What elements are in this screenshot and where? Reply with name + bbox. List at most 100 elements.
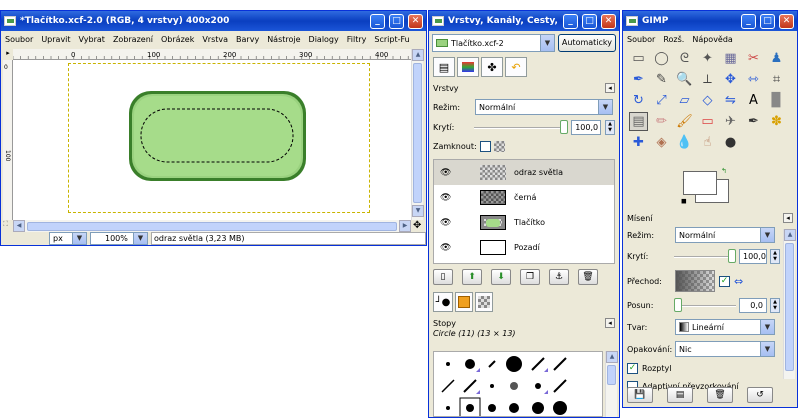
- reverse-gradient-checkbox[interactable]: ✓: [719, 275, 730, 287]
- foreground-select-icon[interactable]: ♟: [767, 49, 786, 68]
- eraser-icon[interactable]: ▭: [698, 112, 717, 131]
- layer-name[interactable]: odraz světla: [514, 168, 563, 177]
- close-button[interactable]: ✕: [408, 13, 423, 29]
- scroll-up-button[interactable]: ▲: [784, 229, 796, 241]
- tab-paths[interactable]: ✤: [481, 57, 503, 77]
- brush-grid[interactable]: [433, 351, 603, 417]
- perspective-icon[interactable]: ◇: [698, 91, 717, 110]
- brush-preview[interactable]: [553, 357, 567, 371]
- visibility-eye-icon[interactable]: 👁: [440, 243, 451, 253]
- align-icon[interactable]: ⇿: [744, 70, 763, 89]
- shear-icon[interactable]: ▱: [675, 91, 694, 110]
- airbrush-icon[interactable]: ✈: [721, 112, 740, 131]
- visibility-eye-icon[interactable]: 👁: [440, 168, 451, 178]
- zoom-icon[interactable]: 🔍: [675, 70, 694, 89]
- image-menu-item[interactable]: Vybrat: [79, 35, 105, 44]
- default-colors-icon[interactable]: ◼: [681, 197, 687, 205]
- tab-gradients[interactable]: [475, 292, 493, 312]
- horizontal-scrollbar[interactable]: ◀ ▶: [13, 220, 411, 232]
- navigate-icon[interactable]: ✥: [413, 220, 425, 232]
- raise-layer-button[interactable]: ⬆: [462, 269, 482, 285]
- swap-colors-icon[interactable]: ↰: [721, 167, 727, 175]
- shape-select[interactable]: Lineární ▼: [675, 319, 775, 335]
- image-menu-item[interactable]: Barvy: [236, 35, 259, 44]
- visibility-eye-icon[interactable]: 👁: [440, 193, 451, 203]
- color-picker-icon[interactable]: ✎: [652, 70, 671, 89]
- unit-select[interactable]: px ▼: [49, 232, 87, 245]
- scroll-thumb[interactable]: [785, 243, 794, 371]
- scroll-thumb[interactable]: [607, 365, 616, 385]
- toolbox-menu-item[interactable]: Nápověda: [692, 35, 733, 44]
- brush-preview[interactable]: [553, 379, 567, 393]
- options-scrollbar[interactable]: ▲: [783, 229, 796, 379]
- canvas-area[interactable]: [13, 60, 411, 220]
- move-icon[interactable]: ✥: [721, 70, 740, 89]
- scale-icon[interactable]: ⤢: [652, 91, 671, 110]
- smudge-icon[interactable]: ☝: [698, 133, 717, 152]
- new-layer-button[interactable]: ▯: [433, 269, 453, 285]
- brush-preview[interactable]: [506, 356, 522, 372]
- bucket-fill-icon[interactable]: ▉: [767, 91, 786, 110]
- lock-checkbox[interactable]: [479, 141, 491, 152]
- brush-preview[interactable]: [466, 404, 474, 412]
- scroll-down-button[interactable]: ▼: [412, 205, 424, 217]
- lower-layer-button[interactable]: ⬇: [491, 269, 511, 285]
- blend-icon[interactable]: ▤: [629, 112, 648, 131]
- minimize-button[interactable]: _: [741, 13, 756, 29]
- layers-window-titlebar[interactable]: Vrstvy, Kanály, Cesty, ... _ □ ✕: [429, 11, 619, 31]
- minimize-button[interactable]: _: [370, 13, 385, 29]
- vertical-ruler[interactable]: 0 100: [3, 60, 13, 220]
- vertical-scrollbar[interactable]: ▲ ▼: [411, 49, 424, 220]
- layer-row[interactable]: 👁 odraz světla: [434, 160, 614, 185]
- image-menu-item[interactable]: Filtry: [347, 35, 367, 44]
- brush-preview[interactable]: [463, 379, 477, 393]
- delete-layer-button[interactable]: 🗑: [578, 269, 598, 285]
- close-button[interactable]: ✕: [779, 13, 794, 29]
- blend-opacity-knob[interactable]: [728, 248, 736, 263]
- scroll-thumb-horizontal[interactable]: [27, 221, 397, 231]
- maximize-button[interactable]: □: [582, 13, 597, 29]
- brush-preview[interactable]: [490, 384, 494, 388]
- brush-preview[interactable]: [446, 406, 450, 410]
- image-menu-item[interactable]: Zobrazení: [113, 35, 153, 44]
- tab-undo[interactable]: ↶: [505, 57, 527, 77]
- brush-preview[interactable]: [532, 402, 544, 414]
- measure-icon[interactable]: ⟂: [698, 70, 717, 89]
- offset-slider[interactable]: [674, 297, 736, 312]
- reset-options-button[interactable]: ↺: [747, 387, 773, 403]
- gradient-preview[interactable]: [675, 270, 715, 292]
- opacity-slider[interactable]: [473, 119, 568, 134]
- paintbrush-icon[interactable]: 🖌: [675, 112, 694, 131]
- close-button[interactable]: ✕: [601, 13, 616, 29]
- flip-icon[interactable]: ⇋: [721, 91, 740, 110]
- image-window-titlebar[interactable]: *Tlačítko.xcf-2.0 (RGB, 4 vrstvy) 400x20…: [1, 11, 426, 31]
- auto-button[interactable]: Automaticky: [557, 34, 616, 52]
- scroll-right-button[interactable]: ▶: [399, 220, 411, 232]
- image-menu-item[interactable]: Vrstva: [202, 35, 228, 44]
- crop-icon[interactable]: ⌗: [767, 70, 786, 89]
- scroll-up-button[interactable]: ▲: [412, 49, 424, 61]
- layer-name[interactable]: Pozadí: [514, 243, 540, 252]
- brush-preview[interactable]: [446, 362, 450, 366]
- layer-row[interactable]: 👁 Pozadí: [434, 235, 614, 260]
- blend-opacity-value[interactable]: 100,0: [739, 249, 767, 264]
- horizontal-ruler[interactable]: 0 100 200 300 400: [13, 49, 411, 60]
- heal-icon[interactable]: ✚: [629, 133, 648, 152]
- rotate-icon[interactable]: ↻: [629, 91, 648, 110]
- brush-preview[interactable]: [535, 383, 541, 389]
- tab-channels[interactable]: [457, 57, 479, 77]
- image-menu-item[interactable]: Obrázek: [161, 35, 194, 44]
- save-options-button[interactable]: 💾: [627, 387, 653, 403]
- blend-opacity-spinner[interactable]: ▲ ▼: [770, 249, 780, 264]
- image-menu-item[interactable]: Nástroje: [267, 35, 300, 44]
- brush-preview[interactable]: [488, 360, 496, 368]
- toolbox-menu-item[interactable]: Rozš.: [663, 35, 684, 44]
- opacity-slider-knob[interactable]: [559, 119, 568, 134]
- brushes-menu-button[interactable]: ◂: [605, 318, 615, 328]
- opacity-value[interactable]: 100,0: [571, 120, 602, 135]
- brush-preview[interactable]: [488, 404, 496, 412]
- maximize-button[interactable]: □: [760, 13, 775, 29]
- ellipse-select-icon[interactable]: ◯: [652, 49, 671, 68]
- ruler-corner[interactable]: ▸: [3, 49, 13, 59]
- layer-name[interactable]: Tlačítko: [514, 218, 545, 227]
